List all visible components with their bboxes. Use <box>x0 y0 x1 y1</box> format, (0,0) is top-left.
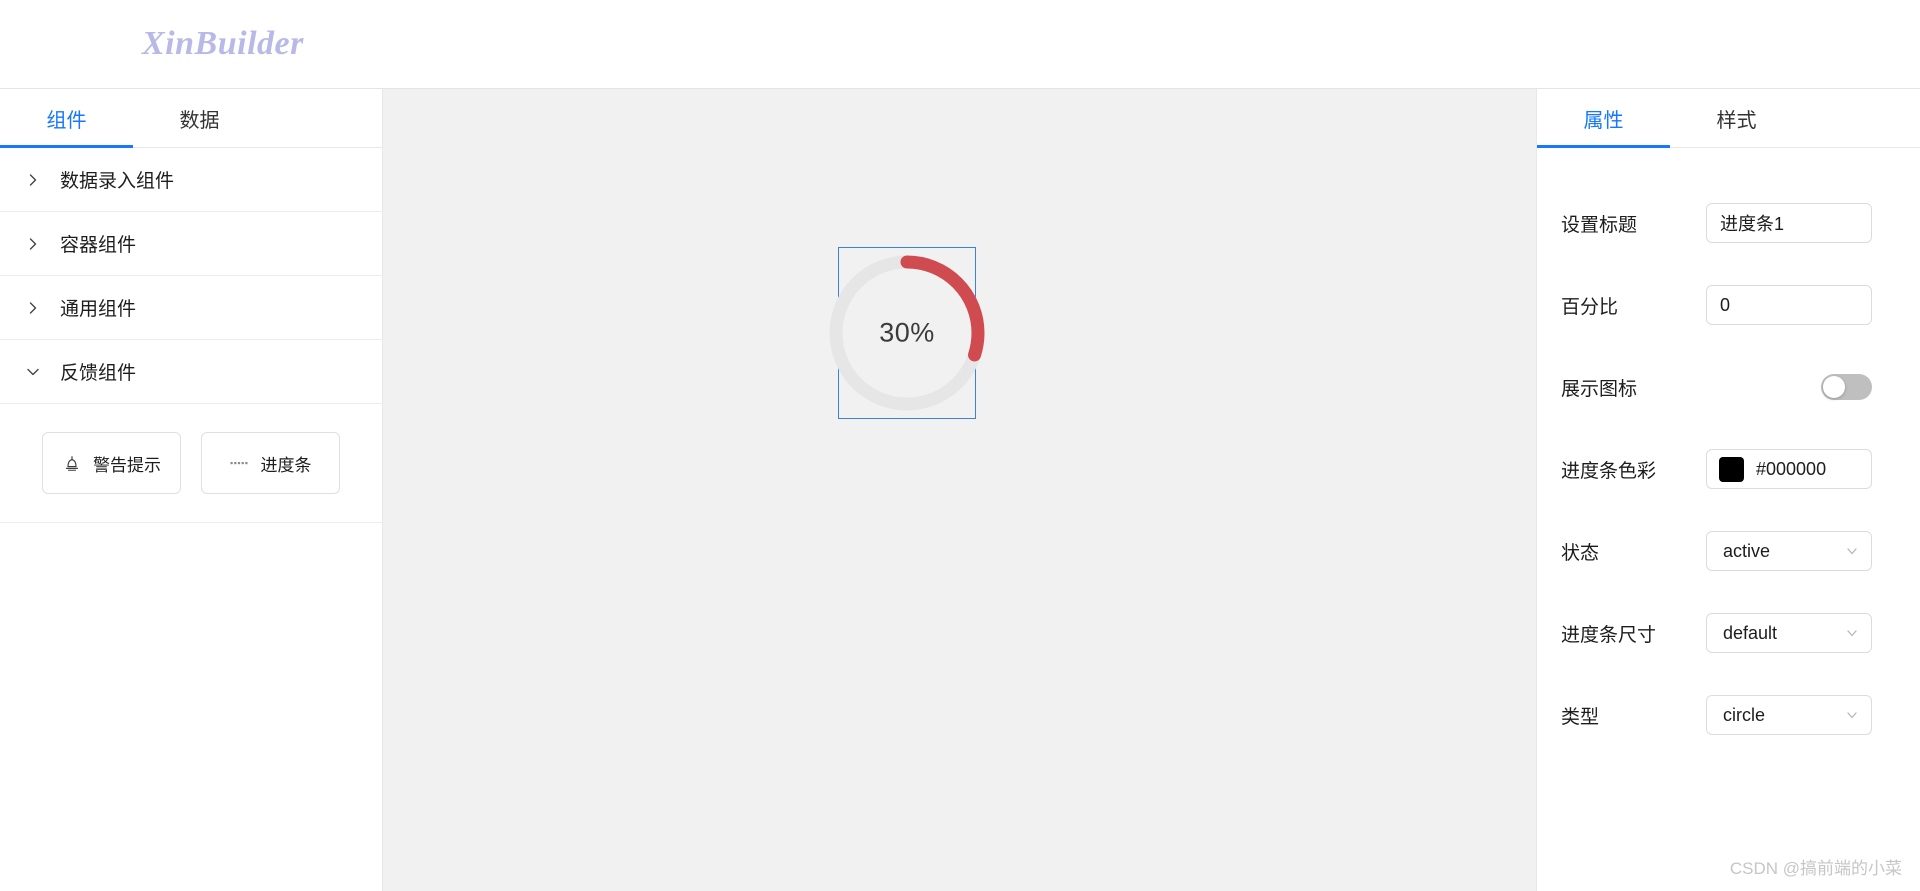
property-row-title: 设置标题 进度条1 <box>1537 182 1920 264</box>
accordion-label: 容器组件 <box>60 235 137 256</box>
component-card-label: 进度条 <box>260 455 312 475</box>
property-control: 0 <box>1706 285 1872 325</box>
property-row-color: 进度条色彩 #000000 <box>1537 428 1920 510</box>
accordion-item-data-entry[interactable]: 数据录入组件 <box>0 148 382 212</box>
design-canvas[interactable]: 30% <box>383 89 1536 891</box>
tab-styles-label: 样式 <box>1716 109 1757 132</box>
chevron-down-icon <box>1844 626 1860 640</box>
color-swatch <box>1719 456 1744 482</box>
property-row-type: 类型 circle <box>1537 674 1920 756</box>
color-hex-value: #000000 <box>1756 458 1827 479</box>
progress-percent-label: 30% <box>879 317 935 348</box>
property-control: #000000 <box>1706 449 1872 489</box>
accordion-label: 数据录入组件 <box>60 171 175 192</box>
property-control: 进度条1 <box>1706 203 1872 243</box>
tab-data[interactable]: 数据 <box>133 89 266 147</box>
property-control: default <box>1706 613 1872 653</box>
toggle-knob <box>1823 376 1845 398</box>
accordion-label: 反馈组件 <box>60 363 137 384</box>
type-select[interactable]: circle <box>1706 695 1872 735</box>
property-label: 展示图标 <box>1561 378 1638 400</box>
feedback-component-list: 警告提示 进度条 <box>0 404 382 523</box>
chevron-right-icon <box>22 169 44 191</box>
property-label: 百分比 <box>1561 296 1619 318</box>
app-header: XinBuilder <box>0 0 1920 89</box>
status-select-value: active <box>1723 540 1771 561</box>
progress-color-picker[interactable]: #000000 <box>1706 449 1872 489</box>
property-label: 进度条尺寸 <box>1561 624 1657 646</box>
accordion-item-general[interactable]: 通用组件 <box>0 276 382 340</box>
alert-siren-icon <box>62 453 82 473</box>
accordion-item-container[interactable]: 容器组件 <box>0 212 382 276</box>
property-row-percent: 百分比 0 <box>1537 264 1920 346</box>
left-sidebar: 组件 数据 数据录入组件 容器组件 通用组件 反馈组件 警告提示 进度条 <box>0 89 383 891</box>
property-label: 进度条色彩 <box>1561 460 1657 482</box>
right-properties-panel: 属性 样式 设置标题 进度条1 百分比 0 展示图标 进度条色彩 #000000… <box>1536 89 1920 891</box>
property-label: 设置标题 <box>1561 214 1638 236</box>
left-tabbar: 组件 数据 <box>0 89 382 148</box>
accordion-item-feedback[interactable]: 反馈组件 <box>0 340 382 404</box>
component-card-progress[interactable]: 进度条 <box>201 432 340 494</box>
title-input[interactable]: 进度条1 <box>1706 203 1872 243</box>
size-select[interactable]: default <box>1706 613 1872 653</box>
percent-input[interactable]: 0 <box>1706 285 1872 325</box>
app-root: XinBuilder 组件 数据 数据录入组件 容器组件 通用组件 反馈组件 警… <box>0 0 1920 891</box>
property-row-show-icon: 展示图标 <box>1537 346 1920 428</box>
tab-attributes-label: 属性 <box>1583 109 1624 132</box>
accordion-label: 通用组件 <box>60 299 137 320</box>
chevron-down-icon <box>22 361 44 383</box>
size-select-value: default <box>1723 622 1778 643</box>
brand-logo: XinBuilder <box>142 25 304 62</box>
tab-attributes[interactable]: 属性 <box>1537 89 1670 148</box>
type-select-value: circle <box>1723 704 1766 725</box>
property-control <box>1821 374 1872 400</box>
app-body: 组件 数据 数据录入组件 容器组件 通用组件 反馈组件 警告提示 进度条 30%… <box>0 89 1920 891</box>
tab-components[interactable]: 组件 <box>0 89 133 148</box>
property-list: 设置标题 进度条1 百分比 0 展示图标 进度条色彩 #000000 状态 ac… <box>1537 148 1920 756</box>
show-icon-toggle[interactable] <box>1821 374 1872 400</box>
chevron-right-icon <box>22 233 44 255</box>
chevron-right-icon <box>22 297 44 319</box>
selected-widget-progress[interactable]: 30% <box>829 247 985 419</box>
component-accordion: 数据录入组件 容器组件 通用组件 反馈组件 警告提示 进度条 <box>0 148 382 523</box>
component-card-label: 警告提示 <box>93 455 161 475</box>
csdn-watermark: CSDN @搞前端的小菜 <box>1729 859 1902 878</box>
ellipsis-dots-icon <box>230 453 250 473</box>
right-tabbar: 属性 样式 <box>1537 89 1920 148</box>
property-row-size: 进度条尺寸 default <box>1537 592 1920 674</box>
property-control: circle <box>1706 695 1872 735</box>
property-control: active <box>1706 531 1872 571</box>
tab-components-label: 组件 <box>46 109 87 132</box>
property-row-status: 状态 active <box>1537 510 1920 592</box>
chevron-down-icon <box>1844 544 1860 558</box>
tab-data-label: 数据 <box>179 109 220 132</box>
property-label: 类型 <box>1561 706 1600 728</box>
property-label: 状态 <box>1561 542 1600 564</box>
component-card-alert[interactable]: 警告提示 <box>42 432 181 494</box>
chevron-down-icon <box>1844 708 1860 722</box>
tab-styles[interactable]: 样式 <box>1670 89 1803 147</box>
status-select[interactable]: active <box>1706 531 1872 571</box>
